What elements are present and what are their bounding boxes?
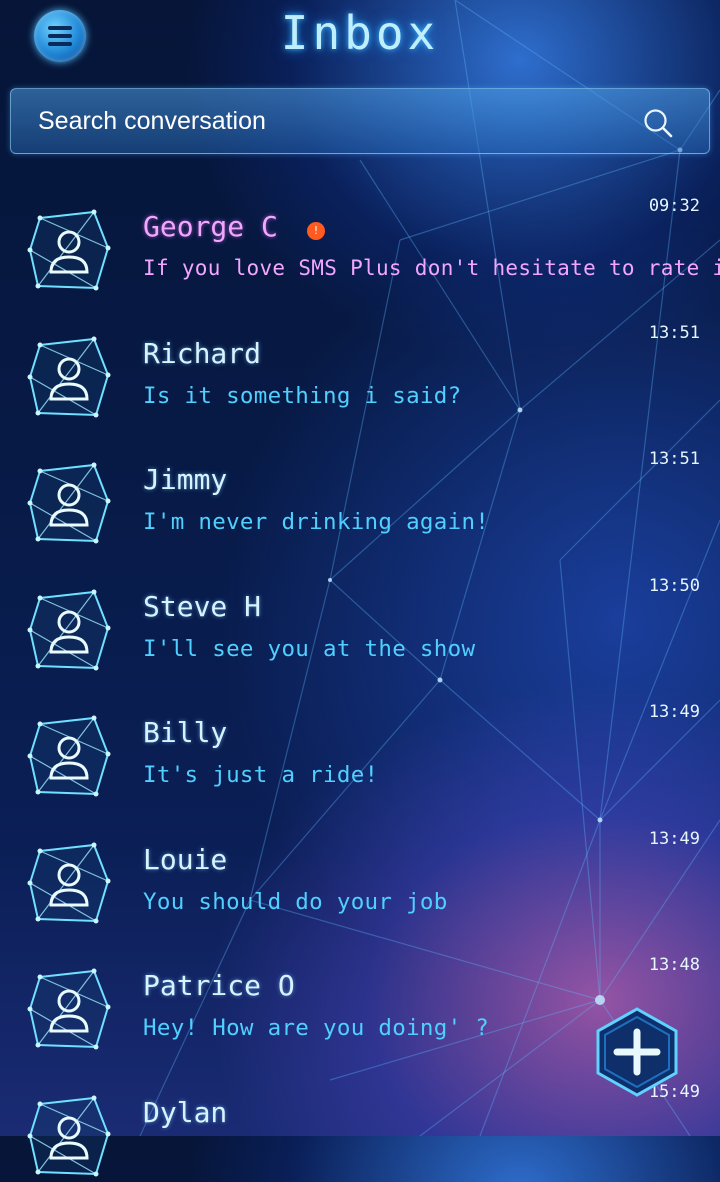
search-placeholder: Search conversation — [38, 107, 266, 136]
contact-name: Richard — [143, 337, 261, 370]
message-time: 09:32 — [649, 196, 700, 216]
contact-avatar-icon — [26, 208, 112, 294]
message-preview: You should do your job — [143, 889, 448, 915]
contact-avatar-icon — [26, 841, 112, 927]
contact-name: Louie — [143, 843, 227, 876]
contact-avatar-icon — [26, 588, 112, 674]
contact-avatar-icon — [26, 335, 112, 421]
message-time: 13:51 — [649, 323, 700, 343]
page-title: Inbox — [0, 6, 720, 60]
conversation-row[interactable]: Louie You should do your job 13:49 — [0, 803, 720, 930]
contact-avatar-icon — [26, 714, 112, 800]
message-preview: Hey! How are you doing' ? — [143, 1015, 489, 1041]
contact-avatar-icon — [26, 461, 112, 547]
conversation-row[interactable]: Steve H I'll see you at the show 13:50 — [0, 550, 720, 677]
search-bar[interactable]: Search conversation — [10, 88, 710, 154]
message-time: 13:49 — [649, 829, 700, 849]
contact-avatar-icon — [26, 967, 112, 1053]
contact-name: Dylan — [143, 1096, 227, 1129]
contact-name: Patrice O — [143, 969, 295, 1002]
conversation-row[interactable]: George C ! If you love SMS Plus don't he… — [0, 170, 720, 297]
message-preview: Is it something i said? — [143, 383, 461, 409]
contact-avatar-icon — [26, 1094, 112, 1180]
conversation-row[interactable]: Richard Is it something i said? 13:51 — [0, 297, 720, 424]
contact-name: Billy — [143, 716, 227, 749]
contact-name: Steve H — [143, 590, 261, 623]
message-time: 13:51 — [649, 449, 700, 469]
message-time: 13:49 — [649, 702, 700, 722]
conversation-row[interactable]: Jimmy I'm never drinking again! 13:51 — [0, 423, 720, 550]
unread-badge: ! — [307, 222, 325, 240]
contact-name: George C — [143, 210, 278, 243]
message-preview: I'll see you at the show — [143, 636, 475, 662]
search-icon[interactable] — [643, 108, 673, 138]
message-preview: If you love SMS Plus don't hesitate to r… — [143, 256, 720, 280]
message-preview: It's just a ride! — [143, 762, 378, 788]
message-time: 13:50 — [649, 576, 700, 596]
conversation-row[interactable]: Billy It's just a ride! 13:49 — [0, 676, 720, 803]
message-time: 13:48 — [649, 955, 700, 975]
message-preview: I'm never drinking again! — [143, 509, 489, 535]
app-header: Inbox — [0, 0, 720, 80]
new-message-button[interactable] — [590, 1005, 684, 1099]
contact-name: Jimmy — [143, 463, 227, 496]
